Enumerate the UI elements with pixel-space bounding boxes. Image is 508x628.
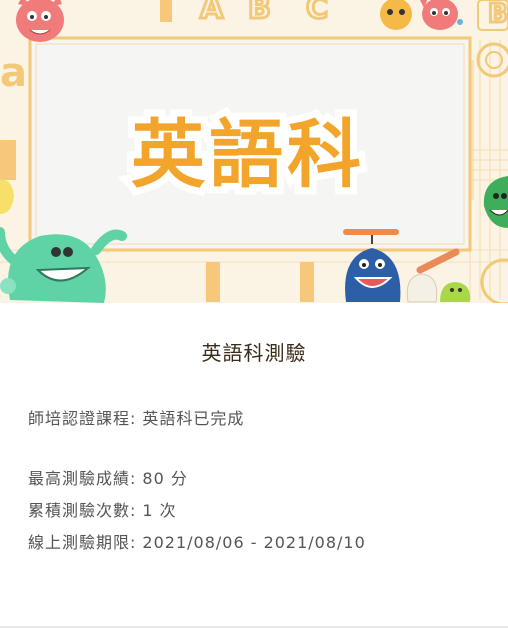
attempts-label: 累積測驗次數:: [28, 501, 137, 520]
best-score-row: 最高測驗成績: 80 分: [28, 465, 188, 489]
banner-logo-text: 英語科: [131, 112, 365, 198]
svg-text:A: A: [200, 0, 224, 26]
svg-text:a: a: [0, 50, 27, 96]
attempts-value: 1 次: [142, 501, 177, 520]
best-score-value: 80 分: [142, 469, 188, 488]
best-score-label: 最高測驗成績:: [28, 469, 137, 488]
certification-row: 師培認證課程: 英語科已完成: [28, 405, 244, 429]
quiz-info-panel: 英語科測驗 師培認證課程: 英語科已完成 最高測驗成績: 80 分 累積測驗次數: 1…: [0, 303, 508, 628]
attempts-row: 累積測驗次數: 1 次: [28, 497, 177, 521]
svg-text:B: B: [488, 0, 508, 29]
quiz-card: A B C a B 英語科 英語科測驗 師培認證課程: 英語科已完成 最高測驗成…: [0, 0, 508, 628]
svg-text:B: B: [248, 0, 271, 26]
certification-value: 英語科已完成: [142, 409, 245, 428]
course-banner-image: A B C a B 英語科: [0, 0, 508, 303]
deadline-label: 線上測驗期限:: [28, 533, 137, 552]
course-title: 英語科測驗: [201, 341, 307, 365]
deadline-value: 2021/08/06 - 2021/08/10: [142, 533, 366, 552]
deadline-row: 線上測驗期限: 2021/08/06 - 2021/08/10: [28, 529, 366, 553]
svg-text:C: C: [306, 0, 328, 26]
certification-label: 師培認證課程:: [28, 409, 137, 428]
